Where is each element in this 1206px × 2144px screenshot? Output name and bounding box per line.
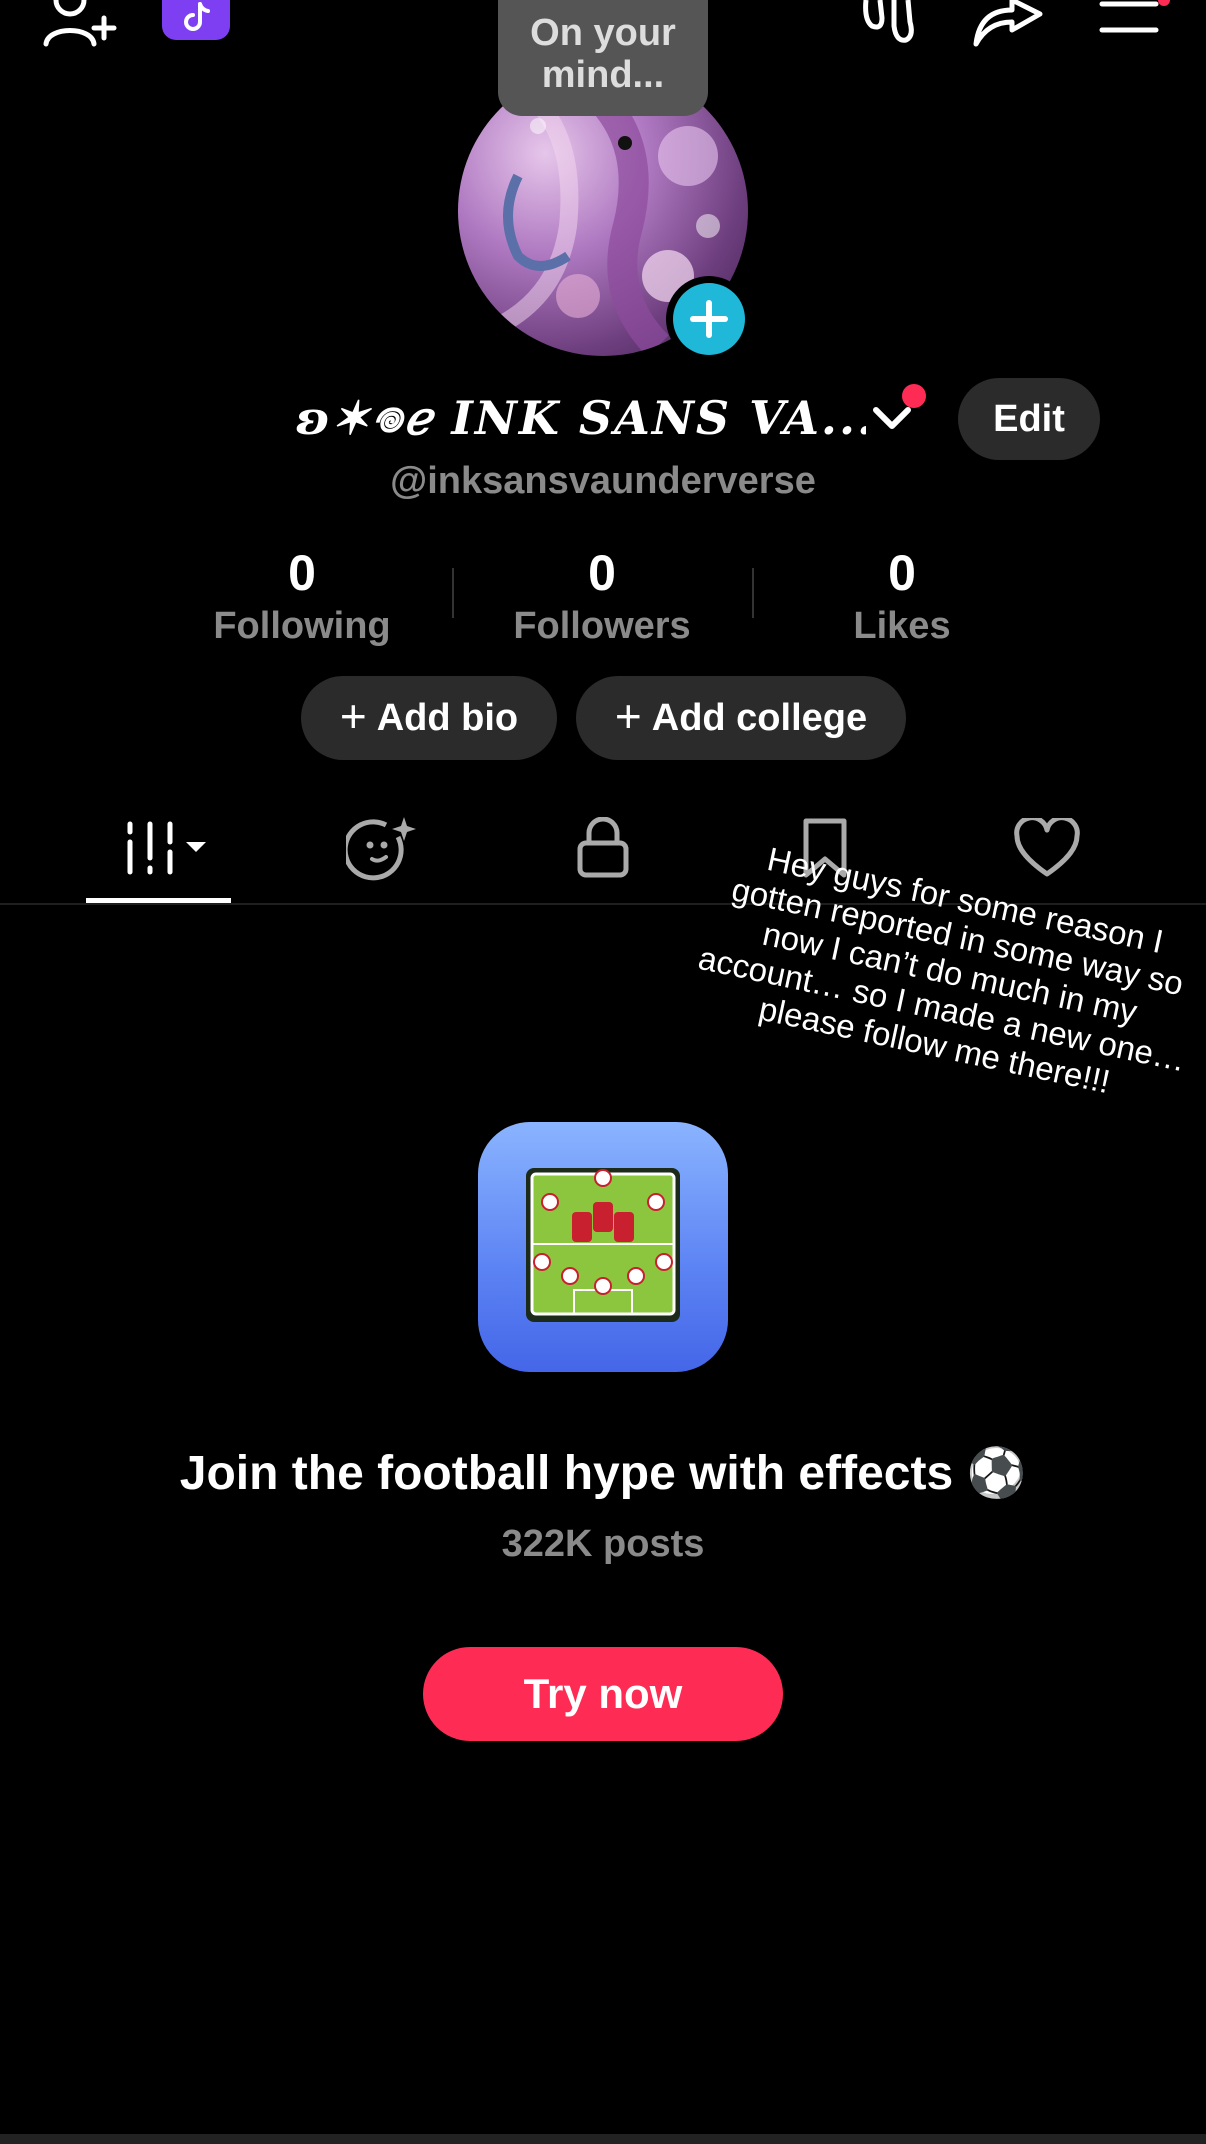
football-effect-icon[interactable]: [478, 1122, 728, 1372]
status-bubble[interactable]: On your mind...: [498, 0, 708, 116]
add-college-label: Add college: [651, 696, 868, 739]
share-icon[interactable]: [972, 0, 1044, 48]
tab-private[interactable]: [543, 808, 663, 888]
bubble-line-1: On your: [530, 12, 676, 54]
bottom-edge: [0, 2134, 1206, 2144]
bubble-tail-dot: [618, 136, 632, 150]
username: @inksansvaunderverse: [390, 460, 816, 502]
tiktok-badge-icon[interactable]: [162, 0, 230, 42]
notification-dot: [902, 384, 926, 408]
tab-liked[interactable]: [987, 808, 1107, 888]
add-bio-label: Add bio: [376, 696, 519, 739]
followers-label: Followers: [513, 605, 691, 647]
ai-self-icon: [346, 817, 416, 881]
promo-post-count: 322K posts: [501, 1523, 705, 1565]
add-college-button[interactable]: + Add college: [576, 676, 906, 760]
plus-icon: [673, 283, 745, 355]
plus-icon: +: [339, 690, 367, 742]
try-now-button[interactable]: Try now: [423, 1647, 783, 1741]
bubble-line-2: mind...: [541, 54, 665, 96]
tab-videos[interactable]: [100, 808, 220, 888]
footprints-icon[interactable]: [858, 0, 920, 48]
edit-profile-button[interactable]: Edit: [958, 378, 1100, 460]
stat-likes[interactable]: 0 Likes: [752, 542, 1052, 648]
add-avatar-button[interactable]: [666, 276, 752, 362]
tab-ai-self[interactable]: [322, 808, 442, 888]
display-name: ʚ✶𖦹ℯ INK SANS VA...: [296, 391, 866, 445]
heart-icon: [1014, 818, 1080, 877]
promo-title: Join the football hype with effects ⚽: [179, 1447, 1027, 1500]
add-friend-icon[interactable]: [40, 0, 120, 50]
plus-icon: +: [614, 690, 642, 742]
followers-count: 0: [588, 545, 616, 601]
lock-icon: [577, 817, 629, 878]
likes-count: 0: [888, 545, 916, 601]
following-label: Following: [213, 605, 391, 647]
overlay-note: Hey guys for some reason I gotten report…: [695, 840, 1190, 1101]
menu-icon[interactable]: [1098, 0, 1160, 40]
stat-followers[interactable]: 0 Followers: [452, 542, 752, 648]
add-bio-button[interactable]: + Add bio: [301, 676, 557, 760]
following-count: 0: [288, 545, 316, 601]
likes-label: Likes: [853, 605, 951, 647]
videos-grid-icon: [127, 821, 206, 875]
chevron-down-icon[interactable]: [872, 402, 912, 437]
stat-following[interactable]: 0 Following: [152, 542, 452, 648]
